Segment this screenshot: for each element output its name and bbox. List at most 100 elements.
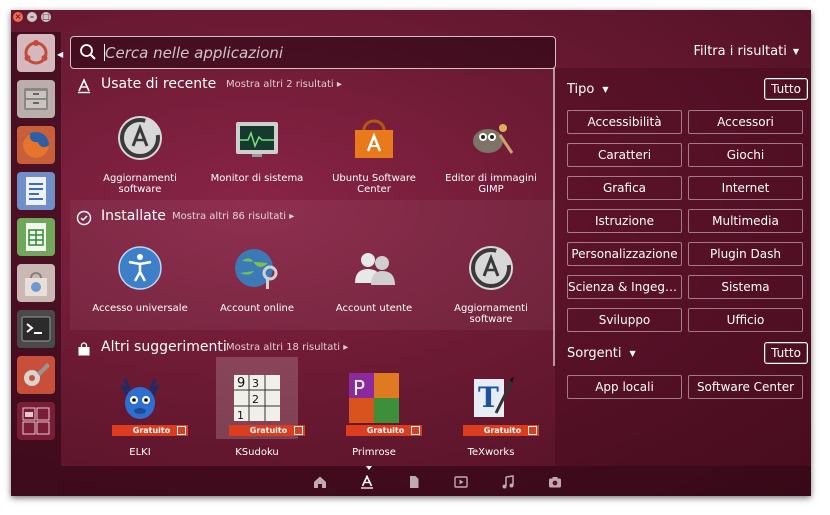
app-label: ELKI [129, 447, 151, 458]
system-monitor-icon [232, 113, 282, 163]
badge-label: Gratuito [483, 426, 522, 435]
svg-text:9: 9 [237, 376, 245, 391]
software-center-icon [349, 113, 399, 163]
calendar-icon [294, 426, 303, 435]
filter-option[interactable]: Personalizzazione [567, 242, 682, 266]
filter-section-title: Sorgenti [567, 346, 622, 361]
app-tile[interactable]: Monitor di sistema [199, 113, 315, 184]
search-input[interactable] [103, 41, 547, 65]
files-lens-icon[interactable] [407, 474, 421, 488]
app-tile[interactable]: T Gratuito TeXworks [433, 373, 549, 458]
filter-option[interactable]: Software Center [688, 375, 803, 399]
video-lens-icon[interactable] [454, 474, 468, 488]
primrose-icon: P [349, 373, 399, 423]
filter-option[interactable]: Plugin Dash [688, 242, 803, 266]
filter-results-toggle[interactable]: Filtra i risultati ▼ [693, 44, 799, 59]
minimize-button[interactable]: – [27, 12, 37, 22]
svg-text:2: 2 [252, 393, 259, 406]
show-more-label: Mostra altri 86 risultati [172, 211, 287, 222]
show-more-link[interactable]: Mostra altri 2 risultati ▸ [226, 79, 342, 90]
writer-icon[interactable] [17, 172, 55, 210]
filter-section-title: Tipo [567, 82, 595, 97]
active-lens-indicator [366, 466, 372, 470]
search-bar [70, 36, 556, 69]
software-center-icon[interactable] [17, 264, 55, 302]
chevron-down-icon: ▼ [629, 349, 636, 358]
check-circle-icon [76, 210, 92, 226]
filter-option[interactable]: Istruzione [567, 209, 682, 233]
price-badge: Gratuito [463, 425, 539, 436]
show-more-label: Mostra altri 18 risultati [226, 342, 341, 353]
app-tile[interactable]: Aggiornamenti software [433, 243, 549, 325]
filter-all-button[interactable]: Tutto [764, 78, 808, 100]
svg-text:T: T [478, 381, 499, 414]
online-accounts-icon [232, 243, 282, 293]
badge-label: Gratuito [132, 426, 171, 435]
software-updater-icon [115, 113, 165, 163]
app-tile[interactable]: Aggiornamenti software [82, 113, 198, 195]
universal-access-icon [115, 243, 165, 293]
filter-section-type[interactable]: Tipo ▼ [567, 82, 609, 97]
app-tile[interactable]: Editor di immagini GIMP [433, 113, 549, 195]
calendar-icon [528, 426, 537, 435]
app-label: Aggiornamenti software [103, 173, 177, 195]
price-badge: Gratuito [229, 425, 305, 436]
app-tile[interactable]: Accesso universale [82, 243, 198, 314]
filter-option[interactable]: Sviluppo [567, 308, 682, 332]
app-label: Editor di immagini GIMP [445, 173, 537, 195]
app-tile[interactable]: 93 21 Gratuito KSudoku [199, 373, 315, 458]
photo-lens-icon[interactable] [548, 474, 562, 488]
filter-option[interactable]: Grafica [567, 176, 682, 200]
calc-icon[interactable] [17, 218, 55, 256]
filter-option[interactable]: Sistema [688, 275, 803, 299]
firefox-icon[interactable] [17, 126, 55, 164]
app-tile[interactable]: Gratuito ELKI [82, 373, 198, 458]
unity-dash: × – □ ◀ Cerca nelle applicazioni Filtra … [11, 10, 811, 496]
filter-option[interactable]: Giochi [688, 143, 803, 167]
show-more-link[interactable]: Mostra altri 86 risultati ▸ [172, 211, 294, 222]
filter-option[interactable]: Internet [688, 176, 803, 200]
svg-text:3: 3 [252, 377, 259, 390]
category-title: Altri suggerimenti [101, 339, 227, 355]
filter-section-sources[interactable]: Sorgenti ▼ [567, 346, 636, 361]
filter-option[interactable]: Accessibilità [567, 110, 682, 134]
music-lens-icon[interactable] [501, 474, 515, 489]
app-tile[interactable]: Ubuntu Software Center [316, 113, 432, 195]
badge-label: Gratuito [249, 426, 288, 435]
filter-results-label: Filtra i risultati [693, 44, 787, 59]
filter-all-button[interactable]: Tutto [764, 342, 808, 364]
applications-lens-icon [78, 78, 90, 94]
calendar-icon [177, 426, 186, 435]
filter-option[interactable]: Ufficio [688, 308, 803, 332]
texworks-icon: T [466, 373, 516, 423]
files-icon[interactable] [17, 80, 55, 118]
launcher-active-arrow-icon: ◀ [57, 50, 64, 59]
badge-label: Gratuito [366, 426, 405, 435]
shopping-bag-icon [78, 342, 90, 356]
app-label: Aggiornamenti software [454, 303, 528, 325]
filter-option[interactable]: App locali [567, 375, 682, 399]
category-title: Usate di recente [101, 76, 217, 92]
filter-option[interactable]: Caratteri [567, 143, 682, 167]
maximize-button[interactable]: □ [41, 12, 51, 22]
app-label: Accesso universale [92, 303, 188, 314]
app-label: KSudoku [235, 447, 279, 458]
workspace-switcher-icon[interactable] [17, 402, 55, 440]
show-more-link[interactable]: Mostra altri 18 risultati ▸ [226, 342, 348, 353]
filter-option[interactable]: Accessori [688, 110, 803, 134]
app-tile[interactable]: P Gratuito Primrose [316, 373, 432, 458]
ubuntu-dash-icon[interactable] [17, 34, 55, 72]
terminal-icon[interactable] [17, 310, 55, 348]
close-button[interactable]: × [13, 12, 23, 22]
app-label: Ubuntu Software Center [332, 173, 416, 195]
filter-option[interactable]: Scienza & Ingegneria [567, 275, 682, 299]
applications-lens-icon[interactable] [360, 474, 374, 489]
show-more-label: Mostra altri 2 risultati [226, 79, 334, 90]
filter-option[interactable]: Multimedia [688, 209, 803, 233]
settings-icon[interactable] [17, 356, 55, 394]
app-tile[interactable]: Account online [199, 243, 315, 314]
ksudoku-icon: 93 21 [232, 373, 282, 423]
svg-text:1: 1 [237, 409, 244, 422]
home-lens-icon[interactable] [313, 474, 327, 488]
app-tile[interactable]: Account utente [316, 243, 432, 314]
